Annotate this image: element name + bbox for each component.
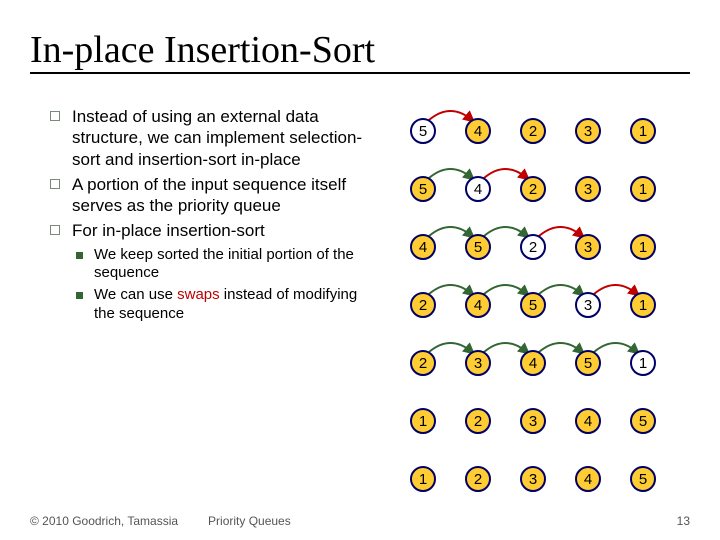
value-circle: 3 [575, 118, 601, 144]
value-circle: 2 [520, 234, 546, 260]
value-circle: 4 [465, 118, 491, 144]
value-circle: 2 [410, 292, 436, 318]
copyright: © 2010 Goodrich, Tamassia [30, 514, 178, 528]
swap-arc [594, 343, 637, 352]
b3b-prefix: We can use [94, 286, 177, 303]
swap-arc [429, 343, 472, 352]
value-circle: 4 [465, 176, 491, 202]
section-name: Priority Queues [208, 514, 291, 528]
swap-arc [484, 343, 527, 352]
swap-arc [429, 169, 472, 178]
swap-arc [539, 227, 582, 236]
value-circle: 5 [630, 466, 656, 492]
diagram-row: 2 4 5 3 1 [410, 278, 690, 330]
value-circle: 5 [410, 176, 436, 202]
value-circle: 4 [575, 466, 601, 492]
swap-arc [429, 111, 472, 120]
b3b-red: swaps [177, 286, 220, 303]
value-circle: 3 [575, 176, 601, 202]
value-circle: 1 [630, 176, 656, 202]
swap-arc [594, 285, 637, 294]
bullet-3a: We keep sorted the initial portion of th… [72, 246, 380, 284]
value-circle: 3 [575, 292, 601, 318]
slide: In-place Insertion-Sort Instead of using… [0, 0, 720, 540]
value-circle: 1 [630, 350, 656, 376]
value-circle: 5 [465, 234, 491, 260]
value-circle: 5 [575, 350, 601, 376]
diagram-row: 2 3 4 5 1 [410, 336, 690, 388]
value-circle: 3 [575, 234, 601, 260]
value-circle: 5 [630, 408, 656, 434]
body-text: Instead of using an external data struct… [50, 106, 380, 328]
value-circle: 1 [410, 466, 436, 492]
value-circle: 4 [575, 408, 601, 434]
value-circle: 1 [410, 408, 436, 434]
slide-title: In-place Insertion-Sort [30, 30, 690, 74]
swap-arc [539, 343, 582, 352]
value-circle: 3 [520, 408, 546, 434]
value-circle: 2 [465, 408, 491, 434]
diagram-row: 5 4 2 3 1 [410, 104, 690, 156]
swap-arc [484, 169, 527, 178]
value-circle: 4 [410, 234, 436, 260]
swap-arc [484, 227, 527, 236]
diagram-row: 1 2 3 4 5 [410, 394, 690, 446]
bullet-2: A portion of the input sequence itself s… [50, 174, 380, 217]
swap-arc [484, 285, 527, 294]
bullet-3: For in-place insertion-sort We keep sort… [50, 220, 380, 323]
value-circle: 2 [520, 176, 546, 202]
bullet-1: Instead of using an external data struct… [50, 106, 380, 170]
value-circle: 4 [520, 350, 546, 376]
diagram-row: 5 4 2 3 1 [410, 162, 690, 214]
diagram-row: 1 2 3 4 5 [410, 452, 690, 504]
value-circle: 5 [410, 118, 436, 144]
value-circle: 3 [465, 350, 491, 376]
value-circle: 2 [465, 466, 491, 492]
value-circle: 4 [465, 292, 491, 318]
diagram-row: 4 5 2 3 1 [410, 220, 690, 272]
value-circle: 1 [630, 234, 656, 260]
swap-arc [429, 285, 472, 294]
value-circle: 1 [630, 292, 656, 318]
bullet-3-text: For in-place insertion-sort [72, 221, 265, 240]
value-circle: 3 [520, 466, 546, 492]
swap-arc [539, 285, 582, 294]
bullet-3b: We can use swaps instead of modifying th… [72, 286, 380, 324]
sort-diagram: 5 4 2 3 1 5 4 2 3 1 4 5 2 3 1 2 4 5 3 1 2 3 4 5 1 1 2 3 4 5 1 2 3 4 5 [410, 104, 690, 510]
footer: © 2010 Goodrich, Tamassia Priority Queue… [30, 514, 690, 528]
page-number: 13 [677, 514, 690, 528]
swap-arc [429, 227, 472, 236]
value-circle: 2 [410, 350, 436, 376]
value-circle: 5 [520, 292, 546, 318]
value-circle: 1 [630, 118, 656, 144]
value-circle: 2 [520, 118, 546, 144]
